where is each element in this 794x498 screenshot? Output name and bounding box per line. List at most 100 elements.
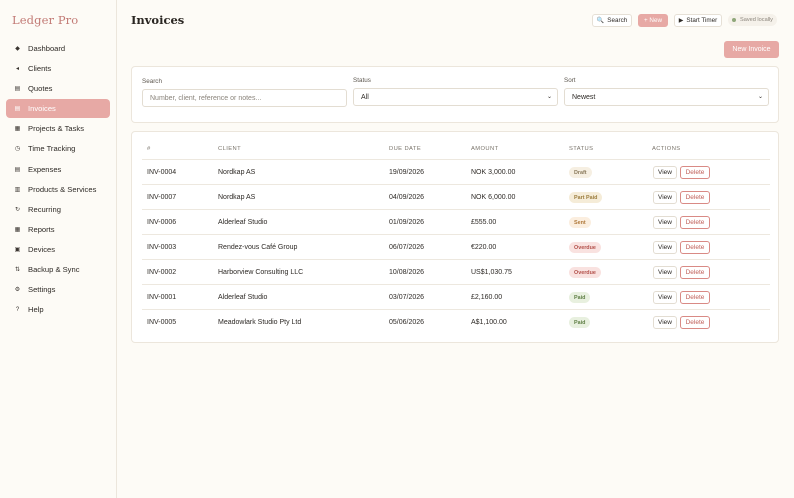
status-badge: Paid [569,292,591,303]
sidebar-item-label: Reports [28,224,55,234]
chevron-down-icon: ⌄ [757,94,763,100]
invoice-due-date: 03/07/2026 [389,294,425,301]
invoice-number[interactable]: INV-0004 [147,169,176,176]
invoice-due-date: 05/06/2026 [389,319,425,326]
sidebar-item-devices[interactable]: ▣ Devices [6,240,110,259]
sidebar-item-time-tracking[interactable]: ◷ Time Tracking [6,139,110,158]
sidebar-item-label: Products & Services [28,184,97,194]
delete-button[interactable]: Delete [680,241,710,254]
sidebar-item-label: Clients [28,64,52,74]
status-select-value: All [361,93,369,101]
view-button[interactable]: View [653,191,677,204]
view-button[interactable]: View [653,241,677,254]
sidebar-item-projects-tasks[interactable]: ▦ Projects & Tasks [6,119,110,138]
sidebar-item-label: Invoices [28,104,56,114]
invoice-due-date: 04/09/2026 [389,194,425,201]
view-button[interactable]: View [653,291,677,304]
sidebar-item-label: Expenses [28,164,62,174]
status-filter-label: Status [353,77,371,84]
invoice-client: Harborview Consulting LLC [218,269,304,276]
delete-button[interactable]: Delete [680,216,710,229]
sort-filter-label: Sort [564,77,576,84]
invoice-client: Alderleaf Studio [218,294,268,301]
status-badge: Overdue [569,242,601,253]
table-row: INV-0004 Nordkap AS 19/09/2026 NOK 3,000.00… [142,159,770,184]
table-row: INV-0006 Alderleaf Studio 01/09/2026 £555.0… [142,209,770,234]
sidebar-icon: ⇅ [14,267,21,274]
search-button-label: Search [607,17,628,24]
sidebar-item-help[interactable]: ? Help [6,300,110,319]
sidebar-icon: ▤ [14,106,21,113]
sidebar-item-quotes[interactable]: ▤ Quotes [6,79,110,98]
sidebar-item-reports[interactable]: ▦ Reports [6,220,110,239]
saved-status-label: Saved locally [740,17,773,23]
invoice-number[interactable]: INV-0006 [147,219,176,226]
sidebar-item-label: Settings [28,285,56,295]
sidebar-icon: ◆ [15,46,20,52]
sidebar-item-dashboard[interactable]: ◆ Dashboard [6,39,110,58]
column-header-client[interactable]: Client [218,146,241,152]
new-button[interactable]: + New [638,14,668,27]
sidebar-item-label: Dashboard [28,44,66,53]
delete-button[interactable]: Delete [680,291,710,304]
search-button[interactable]: 🔍 Search [592,14,632,27]
delete-button[interactable]: Delete [680,266,710,279]
invoice-client: Nordkap AS [218,169,256,176]
sidebar-item-label: Quotes [28,84,53,94]
invoice-number[interactable]: INV-0001 [147,294,176,301]
invoice-client: Nordkap AS [218,194,256,201]
column-header-amount[interactable]: Amount [471,146,499,152]
invoice-due-date: 10/08/2026 [389,269,425,276]
sidebar-item-settings[interactable]: ⚙ Settings [6,280,110,299]
invoice-amount: £2,160.00 [471,294,503,301]
invoice-amount: €220.00 [471,244,497,251]
delete-button[interactable]: Delete [680,316,710,329]
view-button[interactable]: View [653,266,677,279]
sidebar-icon: ? [15,306,20,313]
sort-select-value: Newest [572,93,596,101]
column-header-number: # [147,146,151,152]
invoice-number[interactable]: INV-0002 [147,269,176,276]
view-button[interactable]: View [653,216,677,229]
invoice-amount: £555.00 [471,219,497,226]
delete-button[interactable]: Delete [680,166,710,179]
invoice-amount: NOK 6,000.00 [471,194,516,201]
sidebar-icon: ▥ [14,186,21,193]
filters-card: Search Number, client, reference or note… [131,66,779,123]
table-row: INV-0007 Nordkap AS 04/09/2026 NOK 6,000.00… [142,184,770,209]
sidebar-item-products-services[interactable]: ▥ Products & Services [6,180,110,199]
invoice-client: Rendez-vous Café Group [218,244,298,251]
status-select[interactable]: All ⌄ [353,88,558,106]
view-button[interactable]: View [653,316,677,329]
sidebar-item-expenses[interactable]: ▤ Expenses [6,160,110,179]
sidebar-icon: ▤ [14,166,21,173]
sidebar-item-recurring[interactable]: ↻ Recurring [6,200,110,219]
sidebar-item-label: Devices [28,244,56,254]
invoice-number[interactable]: INV-0005 [147,319,176,326]
sidebar-icon: ▣ [14,246,21,253]
sidebar-item-label: Backup & Sync [28,265,80,275]
start-timer-button[interactable]: ▶ Start Timer [674,14,722,27]
sidebar-item-clients[interactable]: ◂ Clients [6,59,110,78]
table-row: INV-0003 Rendez-vous Café Group 06/07/2026… [142,234,770,259]
invoice-number[interactable]: INV-0007 [147,194,176,201]
search-input[interactable]: Number, client, reference or notes... [142,89,347,107]
sidebar-item-backup-sync[interactable]: ⇅ Backup & Sync [6,260,110,279]
saved-status-badge: Saved locally [728,14,777,26]
sidebar-item-invoices[interactable]: ▤ Invoices [6,99,110,119]
sort-select[interactable]: Newest ⌄ [564,88,769,106]
view-button[interactable]: View [653,166,677,179]
app-logo[interactable]: Ledger Pro [12,13,78,27]
start-timer-label: Start Timer [686,17,718,24]
status-badge: Part Paid [569,192,603,203]
column-header-status[interactable]: Status [569,146,593,152]
status-badge: Overdue [569,267,601,278]
sidebar-item-label: Time Tracking [28,144,76,154]
invoices-table: # Client Due Date Amount Status Actions … [131,131,779,343]
status-dot-icon [732,18,737,22]
column-header-due-date[interactable]: Due Date [389,146,421,152]
invoice-number[interactable]: INV-0003 [147,244,176,251]
sidebar-icon: ⚙ [14,287,21,294]
delete-button[interactable]: Delete [680,191,710,204]
new-invoice-button[interactable]: New Invoice [724,41,779,58]
